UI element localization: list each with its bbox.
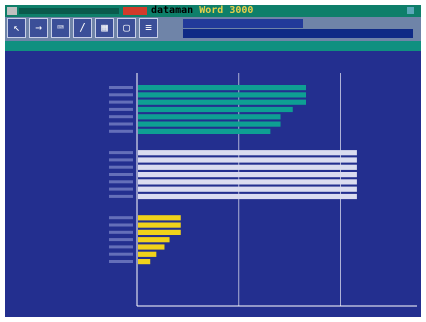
app-window: dataman Word 3000 ↖ → ⌨ / ▦ ▢ ≡: [5, 5, 421, 317]
bar: [138, 229, 181, 235]
bar-tick-label: [109, 230, 133, 234]
arrow-icon: →: [35, 21, 42, 34]
bar-tick-label: [109, 245, 133, 249]
bar-tick-label: [109, 223, 133, 227]
title-dark-strip: [19, 8, 119, 14]
options-icon: ≡: [145, 21, 152, 34]
bar-tick-label: [109, 158, 133, 162]
bar-tick-label: [109, 173, 133, 176]
bar-tick-label: [109, 93, 133, 97]
chart-area: [5, 51, 421, 317]
select-tool-button[interactable]: ▢: [117, 18, 136, 38]
app-title-word-1: dataman: [151, 5, 194, 16]
bar-tick-label: [109, 165, 133, 169]
bar-tick-label: [109, 129, 133, 133]
toolbar: ↖ → ⌨ / ▦ ▢ ≡: [5, 17, 421, 41]
status-bar: [183, 29, 413, 38]
pencil-tool-button[interactable]: /: [73, 18, 92, 38]
bar-tick-label: [109, 216, 133, 220]
arrow-tool-button[interactable]: →: [29, 18, 48, 38]
bar: [138, 106, 293, 113]
bar: [138, 99, 306, 105]
bar: [138, 157, 357, 163]
grid-icon: ▦: [101, 21, 108, 34]
title-bar: dataman Word 3000: [5, 5, 421, 17]
bar: [138, 259, 151, 265]
bar-tick-label: [109, 151, 133, 155]
bar-tick-label: [109, 252, 133, 256]
bar: [138, 244, 165, 250]
chart-header-bar: [5, 41, 421, 51]
bar-tick-label: [109, 180, 133, 184]
options-tool-button[interactable]: ≡: [139, 18, 158, 38]
bar: [138, 164, 357, 170]
bar-tick-label: [109, 187, 133, 191]
bar-tick-label: [109, 194, 133, 198]
edit-icon: ⌨: [57, 21, 64, 34]
bar: [138, 179, 357, 185]
bar: [138, 251, 157, 257]
bar-tick-label: [109, 260, 133, 263]
app-logo-icon: [123, 7, 147, 15]
bar: [138, 128, 271, 134]
app-title-word-2: Word: [199, 5, 224, 16]
bar: [138, 222, 181, 228]
bar-tick-label: [109, 107, 133, 111]
bar-chart: [109, 73, 417, 307]
bar: [138, 92, 306, 98]
bar: [138, 172, 357, 178]
bar: [138, 85, 306, 91]
bar: [138, 114, 281, 120]
app-title: dataman Word 3000: [151, 5, 253, 17]
bar: [138, 121, 281, 127]
bar-tick-label: [109, 100, 133, 104]
edit-tool-button[interactable]: ⌨: [51, 18, 70, 38]
cursor-icon: ↖: [13, 21, 20, 34]
app-title-word-3: 3000: [229, 5, 254, 16]
bar: [138, 193, 357, 200]
cursor-tool-button[interactable]: ↖: [7, 18, 26, 38]
bar-tick-label: [109, 122, 133, 126]
close-window-button[interactable]: [407, 7, 414, 14]
bar-tick-label: [109, 238, 133, 242]
pencil-icon: /: [79, 21, 86, 34]
status-field: [183, 19, 303, 28]
bar: [138, 186, 357, 192]
bar-tick-label: [109, 86, 133, 89]
grid-tool-button[interactable]: ▦: [95, 18, 114, 38]
bar: [138, 150, 357, 156]
system-menu-button[interactable]: [7, 7, 17, 15]
bar-tick-label: [109, 115, 133, 119]
select-icon: ▢: [123, 21, 130, 34]
bar: [138, 237, 170, 243]
bar: [138, 215, 181, 221]
